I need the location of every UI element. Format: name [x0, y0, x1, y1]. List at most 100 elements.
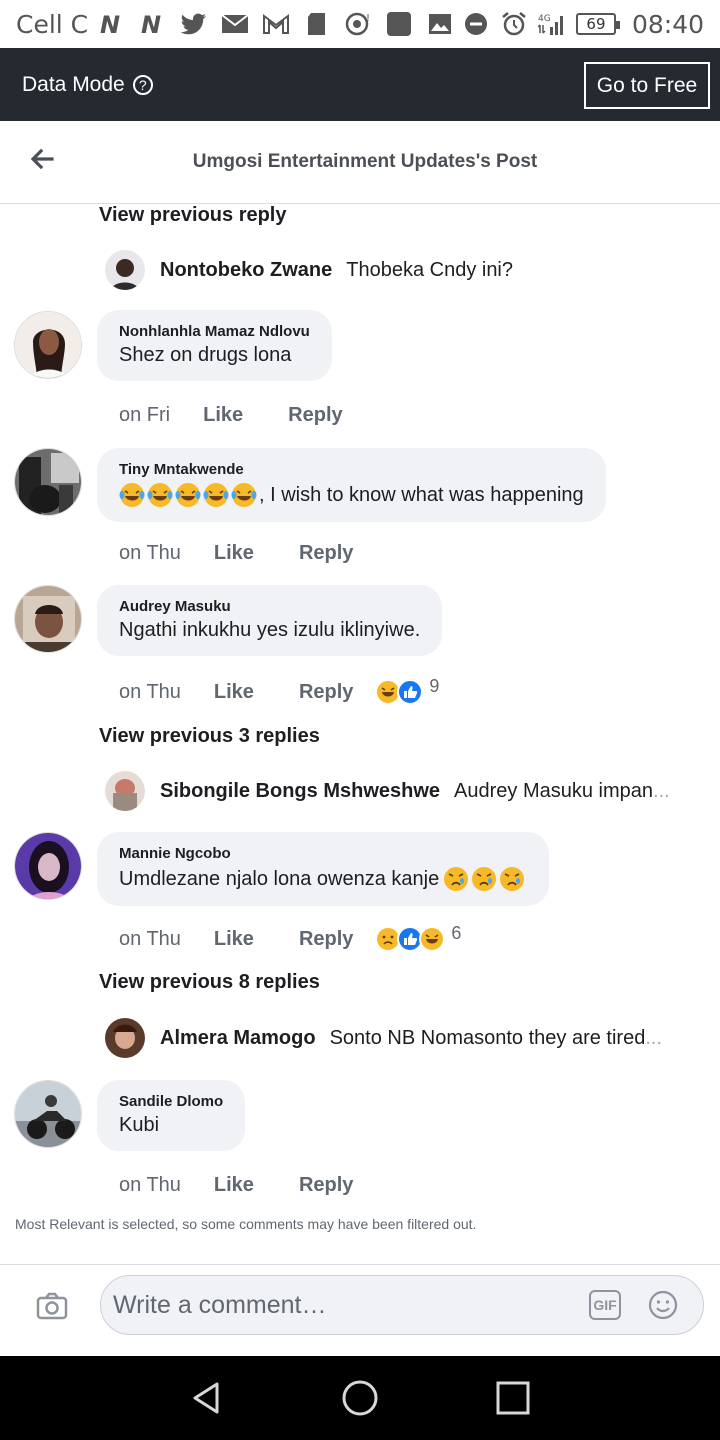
laughing-tears-emoji	[119, 482, 145, 508]
comment-input-box[interactable]: GIF	[100, 1275, 704, 1335]
comment-text: Shez on drugs lona	[119, 344, 292, 366]
like-button[interactable]: Like	[214, 542, 254, 565]
comment-bubble[interactable]: Tiny Mntakwende , I wish to know what wa…	[97, 448, 606, 522]
comment-author[interactable]: Mannie Ngcobo	[119, 845, 527, 862]
like-button[interactable]: Like	[214, 1174, 254, 1197]
emoji-icon[interactable]	[647, 1289, 679, 1321]
crying-emoji	[443, 866, 469, 892]
svg-text:N: N	[141, 11, 161, 37]
reply-preview[interactable]: Sibongile Bongs Mshweshwe Audrey Masuku …	[105, 771, 670, 811]
carrier-label: Cell C	[16, 9, 89, 39]
system-nav-bar	[0, 1356, 720, 1440]
like-button[interactable]: Like	[203, 404, 243, 427]
laughing-tears-emoji	[175, 482, 201, 508]
comment-bubble[interactable]: Sandile Dlomo Kubi	[97, 1080, 246, 1151]
help-icon[interactable]: ?	[132, 74, 153, 95]
reply-text: Thobeka Cndy ini?	[346, 258, 514, 281]
haha-reaction-icon	[419, 926, 446, 952]
battery-indicator: 69	[575, 13, 620, 35]
view-previous-replies-link[interactable]: View previous 3 replies	[99, 725, 320, 748]
comment-input[interactable]	[113, 1290, 573, 1320]
comment-bubble[interactable]: Audrey Masuku Ngathi inkukhu yes izulu i…	[97, 585, 443, 656]
avatar[interactable]	[14, 1080, 82, 1148]
comment-author[interactable]: Tiny Mntakwende	[119, 461, 584, 478]
comment-text: Ngathi inkukhu yes izulu iklinyiwe.	[119, 619, 421, 641]
avatar[interactable]	[105, 771, 145, 811]
svg-text:!: !	[366, 13, 370, 24]
avatar[interactable]	[105, 1018, 145, 1058]
status-bar: Cell C N N ! 4G 69 08:40	[0, 0, 720, 48]
page-title: Umgosi Entertainment Updates's Post	[192, 151, 538, 172]
home-nav-icon[interactable]	[340, 1378, 380, 1418]
comment-actions: on Thu Like Reply 9	[119, 675, 440, 705]
comment-time: on Thu	[119, 680, 181, 703]
reply-text: Audrey Masuku impan	[454, 779, 654, 802]
like-button[interactable]: Like	[214, 928, 254, 951]
reply-ellipsis: ...	[653, 779, 670, 802]
n-app-icon: N	[98, 11, 126, 37]
sd-card-icon	[303, 11, 331, 37]
camera-icon[interactable]	[35, 1289, 69, 1323]
reply-preview[interactable]: Nontobeko Zwane Thobeka Cndy ini?	[105, 250, 513, 290]
comment-text-row: Umdlezane njalo lona owenza kanje	[119, 866, 527, 892]
like-button[interactable]: Like	[214, 681, 254, 704]
view-previous-replies-link[interactable]: View previous 8 replies	[99, 971, 320, 994]
n-app-icon: N	[139, 11, 167, 37]
like-reaction-icon	[397, 679, 424, 705]
avatar[interactable]	[14, 832, 82, 900]
reply-author[interactable]: Sibongile Bongs Mshweshwe	[160, 780, 440, 803]
post-header: Umgosi Entertainment Updates's Post	[0, 121, 720, 204]
svg-text:N: N	[100, 11, 120, 37]
svg-text:4G: 4G	[538, 14, 551, 24]
comment-time: on Thu	[119, 927, 181, 950]
reply-button[interactable]: Reply	[288, 404, 342, 427]
comment-author[interactable]: Nonhlanhla Mamaz Ndlovu	[119, 323, 310, 340]
reaction-summary[interactable]: 6	[375, 922, 462, 952]
back-arrow-icon[interactable]	[28, 145, 56, 173]
do-not-disturb-icon	[462, 11, 490, 37]
gif-button[interactable]: GIF	[589, 1290, 621, 1320]
comment-author[interactable]: Audrey Masuku	[119, 598, 420, 615]
recents-nav-icon[interactable]	[493, 1378, 533, 1418]
comment-text-row: , I wish to know what was happening	[119, 482, 584, 508]
comment-actions: on Thu Like Reply	[119, 1174, 353, 1197]
comment-actions: on Thu Like Reply	[119, 542, 353, 565]
laughing-tears-emoji	[231, 482, 257, 508]
data-mode-bar: Data Mode ? Go to Free	[0, 48, 720, 121]
avatar[interactable]	[14, 585, 82, 653]
app-square-icon	[385, 11, 413, 37]
notification-icons: N N !	[98, 11, 454, 37]
crying-emoji	[471, 866, 497, 892]
avatar[interactable]	[105, 250, 145, 290]
reply-author[interactable]: Nontobeko Zwane	[160, 259, 332, 282]
comment-bubble[interactable]: Mannie Ngcobo Umdlezane njalo lona owenz…	[97, 832, 550, 906]
comment-author[interactable]: Sandile Dlomo	[119, 1093, 223, 1110]
avatar[interactable]	[14, 311, 82, 379]
reply-preview[interactable]: Almera Mamogo Sonto NB Nomasonto they ar…	[105, 1018, 662, 1058]
reaction-count: 6	[451, 922, 462, 943]
reply-button[interactable]: Reply	[299, 542, 353, 565]
back-nav-icon[interactable]	[187, 1378, 227, 1418]
hotspot-icon: !	[344, 11, 372, 37]
go-to-free-button[interactable]: Go to Free	[584, 62, 710, 109]
comment-bubble[interactable]: Nonhlanhla Mamaz Ndlovu Shez on drugs lo…	[97, 310, 332, 381]
alarm-icon	[500, 11, 528, 37]
comment-text: , I wish to know what was happening	[259, 483, 584, 506]
reply-button[interactable]: Reply	[299, 928, 353, 951]
reaction-count: 9	[429, 675, 440, 696]
signal-icon: 4G	[537, 11, 566, 37]
reply-button[interactable]: Reply	[299, 1174, 353, 1197]
comment-text: Kubi	[119, 1114, 160, 1136]
reply-button[interactable]: Reply	[299, 681, 353, 704]
comment-time: on Thu	[119, 1174, 181, 1196]
avatar[interactable]	[14, 448, 82, 516]
view-previous-reply-link[interactable]: View previous reply	[99, 204, 287, 227]
reaction-summary[interactable]: 9	[375, 675, 440, 705]
reply-ellipsis: ...	[645, 1026, 662, 1049]
comment-actions: on Fri Like Reply	[119, 404, 343, 427]
laughing-tears-emoji	[203, 482, 229, 508]
crying-emoji	[499, 866, 525, 892]
twitter-icon	[180, 11, 208, 37]
reply-author[interactable]: Almera Mamogo	[160, 1027, 316, 1050]
email-icon	[221, 11, 249, 37]
